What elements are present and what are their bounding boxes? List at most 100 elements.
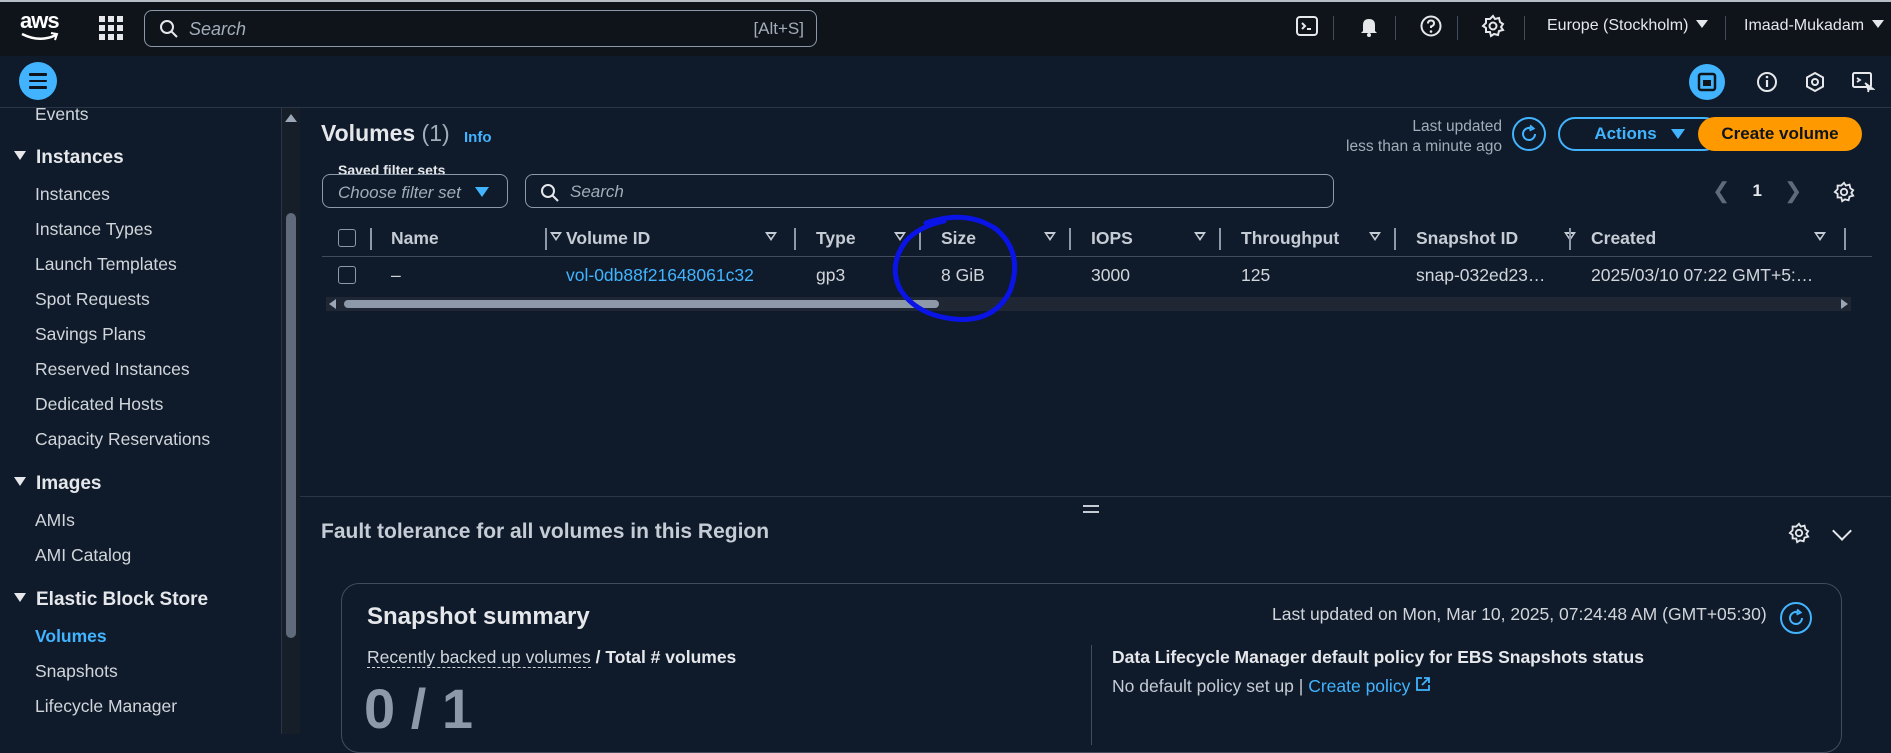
column-divider[interactable] bbox=[1844, 228, 1846, 250]
sidebar-item-spot-requests[interactable]: Spot Requests bbox=[35, 289, 150, 310]
resize-handle-icon[interactable] bbox=[1083, 505, 1099, 513]
sort-icon[interactable] bbox=[1814, 232, 1826, 241]
select-all-checkbox[interactable] bbox=[338, 229, 356, 247]
recently-backed-up-tooltip[interactable]: Recently backed up volumes bbox=[367, 647, 591, 668]
dlm-policy-title: Data Lifecycle Manager default policy fo… bbox=[1112, 647, 1644, 667]
scrollbar-thumb[interactable] bbox=[286, 213, 296, 638]
divider bbox=[1524, 16, 1525, 40]
next-page-icon[interactable]: ❯ bbox=[1784, 178, 1802, 204]
sidebar-section-elastic-block-store[interactable]: Elastic Block Store bbox=[14, 589, 208, 611]
divider bbox=[1457, 16, 1458, 40]
last-updated-label: Last updated bbox=[1412, 118, 1502, 135]
hexagon-settings-icon[interactable] bbox=[1797, 64, 1833, 100]
dlm-policy-status: No default policy set up | Create policy bbox=[1112, 676, 1431, 697]
table-horizontal-scrollbar[interactable] bbox=[326, 297, 1851, 311]
column-header-created[interactable]: Created bbox=[1591, 224, 1826, 252]
panel-layout-icon[interactable] bbox=[1689, 64, 1725, 100]
sidebar-item-lifecycle-manager[interactable]: Lifecycle Manager bbox=[35, 696, 177, 717]
previous-page-icon[interactable]: ❮ bbox=[1712, 178, 1730, 204]
sidebar-item-launch-templates[interactable]: Launch Templates bbox=[35, 254, 177, 275]
caret-down-icon bbox=[475, 187, 489, 197]
column-header-label: Snapshot ID bbox=[1416, 228, 1519, 248]
current-page[interactable]: 1 bbox=[1752, 181, 1761, 201]
section-title: Elastic Block Store bbox=[36, 589, 209, 610]
notifications-bell-icon[interactable] bbox=[1357, 14, 1385, 42]
scrollbar-thumb[interactable] bbox=[344, 300, 939, 308]
region-selector[interactable]: Europe (Stockholm) bbox=[1547, 17, 1709, 35]
sidebar-item-instances[interactable]: Instances bbox=[35, 184, 110, 205]
scroll-left-arrow-icon[interactable] bbox=[329, 299, 336, 309]
caret-down-icon bbox=[1670, 129, 1685, 139]
column-header-name[interactable]: Name bbox=[391, 224, 562, 252]
total-volumes-label: / Total # volumes bbox=[590, 647, 737, 667]
sort-icon[interactable] bbox=[1194, 232, 1206, 241]
search-placeholder: Search bbox=[570, 182, 624, 201]
sidebar-section-instances[interactable]: Instances bbox=[14, 147, 124, 169]
side-navigation-toggle-icon[interactable] bbox=[19, 62, 57, 100]
caret-down-icon bbox=[1872, 20, 1885, 28]
sidebar-item-savings-plans[interactable]: Savings Plans bbox=[35, 324, 146, 345]
aws-logo-text: aws bbox=[20, 8, 60, 33]
cell-throughput: 125 bbox=[1241, 265, 1271, 285]
sidebar-item-dedicated-hosts[interactable]: Dedicated Hosts bbox=[35, 394, 163, 415]
column-divider[interactable] bbox=[794, 228, 796, 250]
search-icon bbox=[541, 184, 559, 202]
sort-icon[interactable] bbox=[550, 232, 562, 241]
no-policy-text: No default policy set up | bbox=[1112, 676, 1309, 696]
refresh-button[interactable] bbox=[1512, 117, 1546, 151]
actions-label: Actions bbox=[1594, 124, 1657, 143]
panel-settings-gear-icon[interactable] bbox=[1788, 522, 1810, 549]
sidebar-item-volumes[interactable]: Volumes bbox=[35, 626, 107, 647]
search-placeholder: Search bbox=[189, 19, 247, 39]
sidebar-section-images[interactable]: Images bbox=[14, 473, 101, 495]
pagination: ❮ 1 ❯ bbox=[1712, 178, 1802, 204]
divider bbox=[1333, 16, 1334, 40]
cell-created: 2025/03/10 07:22 GMT+5:… bbox=[1591, 265, 1814, 285]
settings-gear-icon[interactable] bbox=[1481, 14, 1509, 42]
scroll-right-arrow-icon[interactable] bbox=[1841, 299, 1848, 309]
column-header-type[interactable]: Type bbox=[816, 224, 906, 252]
create-policy-link[interactable]: Create policy bbox=[1308, 676, 1431, 696]
sort-icon[interactable] bbox=[1369, 232, 1381, 241]
column-divider[interactable] bbox=[1219, 228, 1221, 250]
cloudshell-icon[interactable] bbox=[1295, 14, 1323, 42]
console-subbar bbox=[0, 56, 1891, 108]
page-title: Volumes (1) bbox=[321, 120, 450, 147]
sidebar-item-capacity-reservations[interactable]: Capacity Reservations bbox=[35, 429, 210, 450]
actions-button[interactable]: Actions bbox=[1558, 117, 1721, 151]
sidebar-item-ami-catalog[interactable]: AMI Catalog bbox=[35, 545, 131, 566]
services-menu-icon[interactable] bbox=[99, 16, 123, 40]
sidebar-item-amis[interactable]: AMIs bbox=[35, 510, 75, 531]
column-header-volume-id[interactable]: Volume ID bbox=[566, 224, 777, 252]
sort-icon[interactable] bbox=[1044, 232, 1056, 241]
sidebar-item-reserved-instances[interactable]: Reserved Instances bbox=[35, 359, 190, 380]
info-panel-icon[interactable] bbox=[1749, 64, 1785, 100]
hand-drawn-annotation-circle bbox=[892, 214, 1018, 322]
help-icon[interactable] bbox=[1419, 14, 1447, 42]
feedback-screen-icon[interactable] bbox=[1845, 64, 1881, 100]
cell-volume-id-link[interactable]: vol-0db88f21648061c32 bbox=[566, 265, 754, 286]
sidebar-item-events[interactable]: Events bbox=[35, 104, 89, 125]
sidebar-item-snapshots[interactable]: Snapshots bbox=[35, 661, 118, 682]
column-divider[interactable] bbox=[545, 228, 547, 250]
column-header-iops[interactable]: IOPS bbox=[1091, 224, 1206, 252]
saved-filter-sets-select[interactable]: Choose filter set bbox=[322, 174, 508, 208]
scroll-up-arrow-icon[interactable] bbox=[285, 114, 297, 122]
volumes-search-input[interactable]: Search bbox=[525, 174, 1334, 208]
column-divider[interactable] bbox=[1569, 228, 1571, 250]
aws-logo[interactable]: aws bbox=[20, 10, 64, 44]
account-menu[interactable]: Imaad-Mukadam bbox=[1744, 17, 1885, 35]
row-checkbox[interactable] bbox=[338, 266, 356, 284]
column-divider[interactable] bbox=[1394, 228, 1396, 250]
column-divider[interactable] bbox=[1069, 228, 1071, 250]
sidebar-scrollbar[interactable] bbox=[282, 108, 300, 734]
global-search-input[interactable]: Search [Alt+S] bbox=[144, 10, 817, 47]
sort-icon[interactable] bbox=[765, 232, 777, 241]
info-link[interactable]: Info bbox=[464, 129, 492, 146]
column-header-snapshot-id[interactable]: Snapshot ID bbox=[1416, 224, 1576, 252]
sidebar-item-instance-types[interactable]: Instance Types bbox=[35, 219, 152, 240]
table-preferences-gear-icon[interactable] bbox=[1833, 181, 1855, 208]
column-header-throughput[interactable]: Throughput bbox=[1241, 224, 1381, 252]
create-volume-button[interactable]: Create volume bbox=[1698, 117, 1862, 151]
snapshot-refresh-button[interactable] bbox=[1780, 602, 1812, 634]
